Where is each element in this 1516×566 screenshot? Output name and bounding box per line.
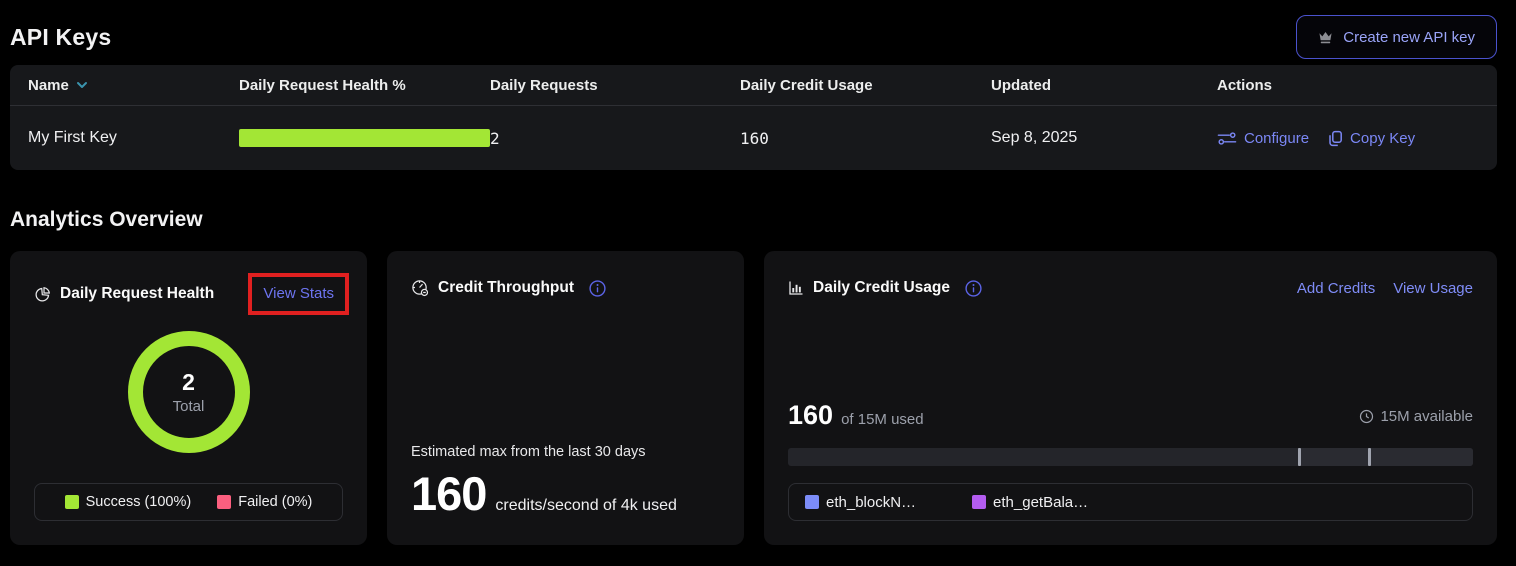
actions-cell: Configure Copy Key	[1217, 130, 1497, 147]
credit-usage-bar	[788, 448, 1473, 466]
dashboard-page: API Keys Create new API key Name Daily R…	[0, 0, 1516, 545]
column-actions: Actions	[1217, 77, 1497, 94]
table-row: My First Key 2 160 Sep 8, 2025 Configure	[10, 106, 1497, 170]
analytics-cards: Daily Request Health View Stats 2 Total …	[10, 251, 1497, 545]
view-usage-link[interactable]: View Usage	[1393, 280, 1473, 297]
topbar: API Keys Create new API key	[10, 0, 1497, 62]
bar-marker	[1368, 448, 1371, 466]
success-label: Success (100%)	[86, 494, 192, 510]
donut-total-label: Total	[173, 398, 205, 415]
copy-icon	[1327, 130, 1343, 147]
create-api-key-button[interactable]: Create new API key	[1296, 15, 1497, 59]
info-icon[interactable]	[589, 280, 606, 297]
spacer	[411, 303, 720, 444]
legend-item-failed: Failed (0%)	[217, 494, 312, 510]
clock-icon	[1359, 409, 1374, 424]
available-text: 15M available	[1380, 408, 1473, 425]
card-header: Daily Credit Usage Add Credits View Usag…	[788, 273, 1473, 303]
usage-legend: eth_blockN… eth_getBala…	[788, 483, 1473, 521]
eth-getbalance-swatch	[972, 495, 986, 509]
daily-credit-usage-value: 160	[740, 129, 991, 148]
view-stats-highlight-box: View Stats	[248, 273, 349, 315]
api-keys-table: Name Daily Request Health % Daily Reques…	[10, 65, 1497, 170]
column-updated: Updated	[991, 77, 1217, 94]
used-value: 160	[788, 400, 833, 431]
failed-swatch	[217, 495, 231, 509]
daily-credit-usage-card: Daily Credit Usage Add Credits View Usag…	[764, 251, 1497, 545]
daily-requests-value: 2	[490, 129, 740, 148]
pie-chart-icon	[34, 286, 51, 303]
legend-item-eth-getbalance: eth_getBala…	[972, 494, 1088, 511]
request-health-donut: 2 Total	[128, 331, 250, 453]
legend-item-eth-blocknumber: eth_blockN…	[805, 494, 916, 511]
configure-link[interactable]: Configure	[1217, 130, 1309, 147]
donut-chart-wrap: 2 Total	[34, 331, 343, 453]
success-swatch	[65, 495, 79, 509]
health-bar	[239, 129, 490, 147]
eth-getbalance-label: eth_getBala…	[993, 494, 1088, 511]
available-summary: 15M available	[1359, 408, 1473, 425]
donut-total-value: 2	[182, 369, 195, 396]
used-caption: of 15M used	[841, 411, 924, 428]
sort-chevron-icon[interactable]	[76, 81, 88, 89]
throughput-caption: Estimated max from the last 30 days	[411, 444, 720, 460]
add-credits-link[interactable]: Add Credits	[1297, 280, 1375, 297]
health-bar-cell	[239, 129, 490, 147]
bar-chart-icon	[788, 280, 804, 296]
failed-label: Failed (0%)	[238, 494, 312, 510]
crown-icon	[1318, 30, 1333, 44]
copy-key-link[interactable]: Copy Key	[1327, 130, 1415, 147]
eth-blocknumber-swatch	[805, 495, 819, 509]
throughput-unit: credits/second of 4k used	[495, 497, 676, 515]
daily-request-health-card: Daily Request Health View Stats 2 Total …	[10, 251, 367, 545]
usage-links: Add Credits View Usage	[1297, 280, 1473, 297]
column-daily-credit-usage: Daily Credit Usage	[740, 77, 991, 94]
table-header-row: Name Daily Request Health % Daily Reques…	[10, 65, 1497, 106]
updated-value: Sep 8, 2025	[991, 129, 1217, 147]
usage-stats-row: 160 of 15M used 15M available	[788, 400, 1473, 431]
card-title: Daily Request Health	[60, 285, 214, 303]
create-api-key-label: Create new API key	[1343, 29, 1475, 46]
bar-segment	[1298, 448, 1473, 466]
card-header: Daily Request Health View Stats	[34, 273, 343, 315]
gauge-icon	[411, 279, 429, 297]
card-title: Credit Throughput	[438, 279, 574, 297]
credit-throughput-card: Credit Throughput Estimated max from the…	[387, 251, 744, 545]
eth-blocknumber-label: eth_blockN…	[826, 494, 916, 511]
page-title: API Keys	[10, 24, 111, 51]
view-stats-link[interactable]: View Stats	[263, 285, 334, 302]
column-name-label: Name	[28, 77, 69, 94]
info-icon[interactable]	[965, 280, 982, 297]
sliders-icon	[1217, 131, 1237, 146]
health-legend: Success (100%) Failed (0%)	[34, 483, 343, 521]
column-daily-requests: Daily Requests	[490, 77, 740, 94]
column-name[interactable]: Name	[28, 77, 239, 94]
copy-key-label: Copy Key	[1350, 130, 1415, 147]
throughput-value-row: 160 credits/second of 4k used	[411, 466, 720, 521]
column-health: Daily Request Health %	[239, 77, 490, 94]
bar-marker	[1298, 448, 1301, 466]
card-header: Credit Throughput	[411, 273, 720, 303]
throughput-value: 160	[411, 466, 486, 521]
analytics-overview-title: Analytics Overview	[10, 208, 1497, 232]
configure-label: Configure	[1244, 130, 1309, 147]
used-summary: 160 of 15M used	[788, 400, 924, 431]
key-name: My First Key	[28, 129, 239, 147]
legend-item-success: Success (100%)	[65, 494, 192, 510]
card-title: Daily Credit Usage	[813, 279, 950, 297]
